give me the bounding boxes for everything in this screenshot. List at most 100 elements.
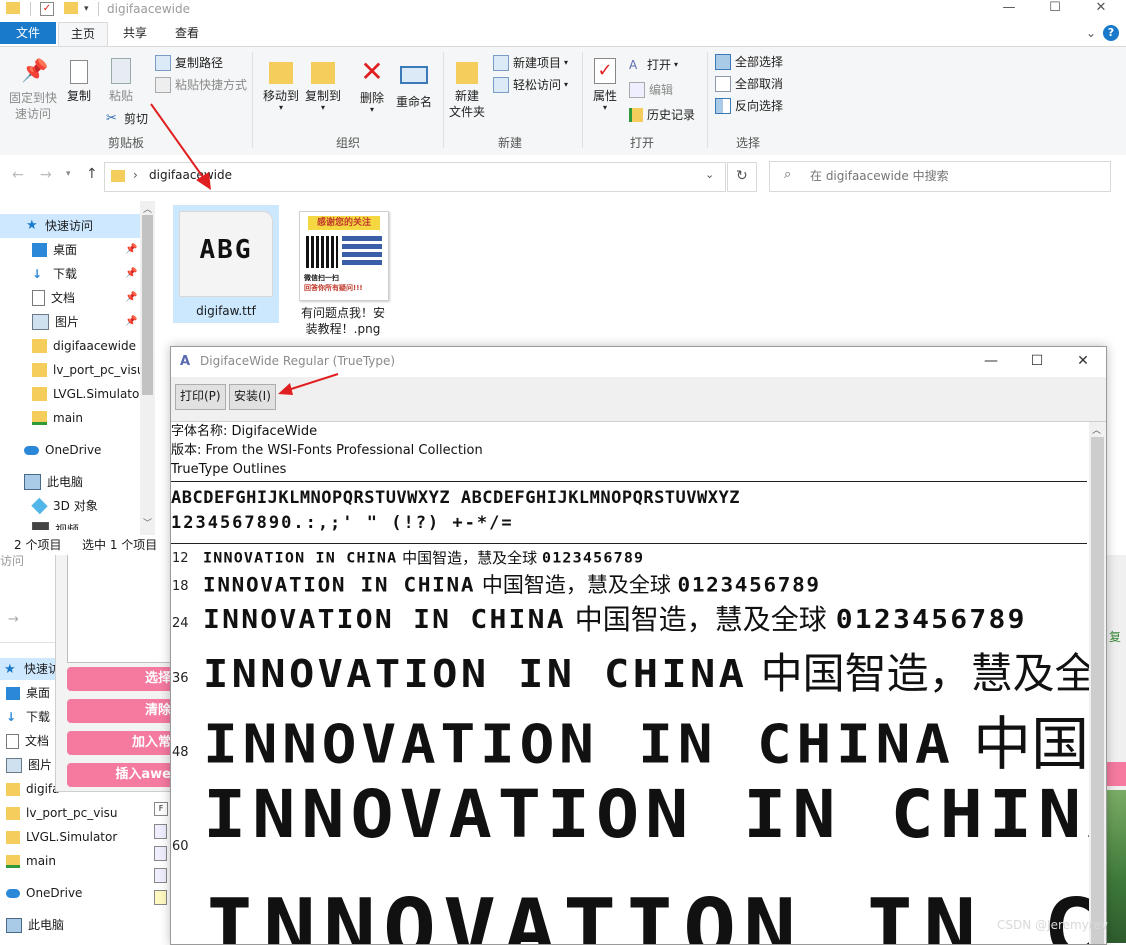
edit-button[interactable]: 编辑 (629, 81, 673, 99)
bg-nav-item-downloads[interactable]: ↓ 下载 (6, 706, 50, 728)
bg-nav-item-folder[interactable]: digifa (6, 778, 59, 800)
properties-button[interactable]: ✓ 属性 ▾ (588, 58, 622, 112)
new-folder-button[interactable]: 新建 文件夹 (448, 58, 486, 120)
minimize-button[interactable]: — (968, 347, 1014, 377)
chevron-down-icon: ▾ (278, 103, 283, 112)
bg-add-common-button[interactable]: 加入常 (67, 731, 175, 755)
nav-item-downloads[interactable]: ↓ 下载 (32, 262, 77, 286)
minimize-button[interactable]: — (986, 0, 1032, 18)
nav-item-folder[interactable]: digifaacewide (32, 334, 136, 358)
tab-home[interactable]: 主页 (58, 22, 108, 47)
file-item-ttf[interactable]: ABG digifaw.ttf (173, 205, 279, 323)
nav-this-pc[interactable]: 此电脑 (24, 470, 83, 494)
bg-insert-button[interactable]: 插入awe (67, 763, 175, 787)
maximize-button[interactable]: ☐ (1032, 0, 1078, 18)
open-button[interactable]: A 打开 ▾ (629, 56, 678, 74)
pin-icon[interactable]: 📌 (125, 244, 137, 255)
delete-button[interactable]: ✕ 删除 ▾ (354, 58, 390, 114)
recent-locations-icon[interactable]: ▾ (66, 169, 71, 179)
button-label: 复制 (66, 89, 91, 103)
scroll-up-icon[interactable]: ︿ (1092, 423, 1101, 436)
history-button[interactable]: 历史记录 (629, 106, 695, 124)
tab-file[interactable]: 文件 (0, 22, 56, 44)
thumbnail-lines (342, 236, 382, 268)
nav-item-folder[interactable]: main (32, 406, 83, 430)
close-button[interactable]: ✕ (1060, 347, 1106, 377)
bg-nav-item-folder[interactable]: main (6, 850, 56, 872)
refresh-button[interactable]: ↻ (727, 162, 757, 192)
tab-share[interactable]: 共享 (112, 22, 158, 46)
select-all-button[interactable]: 全部选择 (715, 53, 783, 71)
nav-item-documents[interactable]: 文档 (32, 286, 75, 310)
download-icon: ↓ (6, 709, 17, 724)
up-arrow-icon[interactable]: ↑ (86, 166, 98, 182)
pin-icon[interactable]: 📌 (125, 316, 137, 327)
scroll-down-icon[interactable]: ﹀ (143, 516, 152, 529)
close-button[interactable]: ✕ (1078, 0, 1124, 18)
tab-view[interactable]: 查看 (164, 22, 210, 46)
new-folder-icon[interactable] (64, 2, 78, 14)
back-arrow-icon[interactable]: ← (12, 167, 24, 183)
nav-scrollbar-thumb[interactable] (142, 215, 153, 395)
bg-nav-item-documents[interactable]: 文档 (6, 730, 49, 752)
forward-arrow-icon[interactable]: → (40, 167, 52, 183)
new-item-button[interactable]: 新建项目 ▾ (493, 54, 568, 72)
divider (582, 52, 583, 148)
nav-item-pictures[interactable]: 图片 (32, 310, 79, 334)
file-item-png[interactable]: 感谢您的关注 微信扫一扫 回答你所有疑问!!! 有问题点我！安 装教程！.png (295, 205, 391, 339)
nav-videos[interactable]: 视频 (32, 518, 140, 530)
background-textarea[interactable] (67, 553, 177, 663)
invert-selection-button[interactable]: 反向选择 (715, 97, 783, 115)
nav-label: 快速访问 (45, 219, 94, 233)
chevron-down-icon[interactable]: ⌄ (1086, 26, 1096, 40)
nav-item-desktop[interactable]: 桌面 (32, 238, 77, 262)
customize-toolbar-icon[interactable]: ▾ (84, 2, 98, 16)
bg-nav-item-desktop[interactable]: 桌面 (6, 682, 50, 704)
nav-item-folder[interactable]: lv_port_pc_visu (32, 358, 140, 382)
sample-72: INNOVATION IN CHINA (203, 881, 1089, 944)
bg-nav-item-pictures[interactable]: 图片 (6, 754, 52, 776)
divider (98, 2, 99, 16)
cut-button[interactable]: ✂ 剪切 (106, 110, 148, 128)
print-button[interactable]: 打印(P) (175, 384, 226, 410)
copy-path-button[interactable]: 复制路径 (155, 54, 223, 72)
bg-nav-onedrive[interactable]: OneDrive (6, 882, 82, 904)
divider (443, 52, 444, 148)
rename-button[interactable]: 重命名 (394, 58, 434, 110)
search-box[interactable]: ⌕ (769, 161, 1111, 192)
scroll-up-icon[interactable]: ︿ (143, 202, 152, 215)
new-item-icon (493, 55, 509, 71)
paste-shortcut-icon (155, 77, 171, 93)
pin-icon[interactable]: 📌 (125, 268, 137, 279)
bg-nav-this-pc[interactable]: 此电脑 (6, 914, 64, 936)
pin-quick-access-button[interactable]: 📌 固定到快 速访问 (6, 58, 60, 122)
nav-3d-objects[interactable]: 3D 对象 (31, 494, 98, 518)
bg-nav-item-folder[interactable]: LVGL.Simulator (6, 826, 117, 848)
nav-label: lv_port_pc_visu (53, 363, 140, 377)
help-icon[interactable]: ? (1103, 25, 1119, 41)
bg-clear-button[interactable]: 清除 (67, 699, 175, 723)
copy-to-button[interactable]: 复制到 ▾ (302, 58, 344, 112)
bg-select-button[interactable]: 选择 (67, 667, 175, 691)
bg-nav-item-folder[interactable]: lv_port_pc_visu (6, 802, 118, 824)
preview-scrollbar-thumb[interactable] (1091, 437, 1104, 944)
nav-item-folder[interactable]: LVGL.Simulator (32, 382, 140, 406)
chevron-down-icon[interactable]: ⌄ (705, 168, 714, 181)
copy-button[interactable]: 复制 (64, 58, 94, 104)
install-button[interactable]: 安装(I) (229, 384, 276, 410)
select-none-button[interactable]: 全部取消 (715, 75, 783, 93)
divider (707, 52, 708, 148)
search-input[interactable] (808, 166, 1102, 186)
nav-onedrive[interactable]: OneDrive (24, 438, 101, 462)
move-to-button[interactable]: 移动到 ▾ (260, 58, 302, 112)
select-none-icon (715, 76, 731, 92)
digits-sample: 1234567890.:,;' " (!?) +-*/= (171, 513, 514, 533)
maximize-button[interactable]: ☐ (1014, 347, 1060, 377)
bg-forward-arrow-icon[interactable]: → (8, 612, 19, 627)
pin-icon[interactable]: 📌 (125, 292, 137, 303)
paste-button[interactable]: 粘贴 (104, 58, 138, 104)
easy-access-button[interactable]: 轻松访问 ▾ (493, 76, 568, 94)
paste-shortcut-button[interactable]: 粘贴快捷方式 (155, 76, 247, 94)
properties-check-icon[interactable]: ✓ (40, 2, 54, 16)
nav-quick-access[interactable]: ★ 快速访问 (0, 214, 140, 238)
